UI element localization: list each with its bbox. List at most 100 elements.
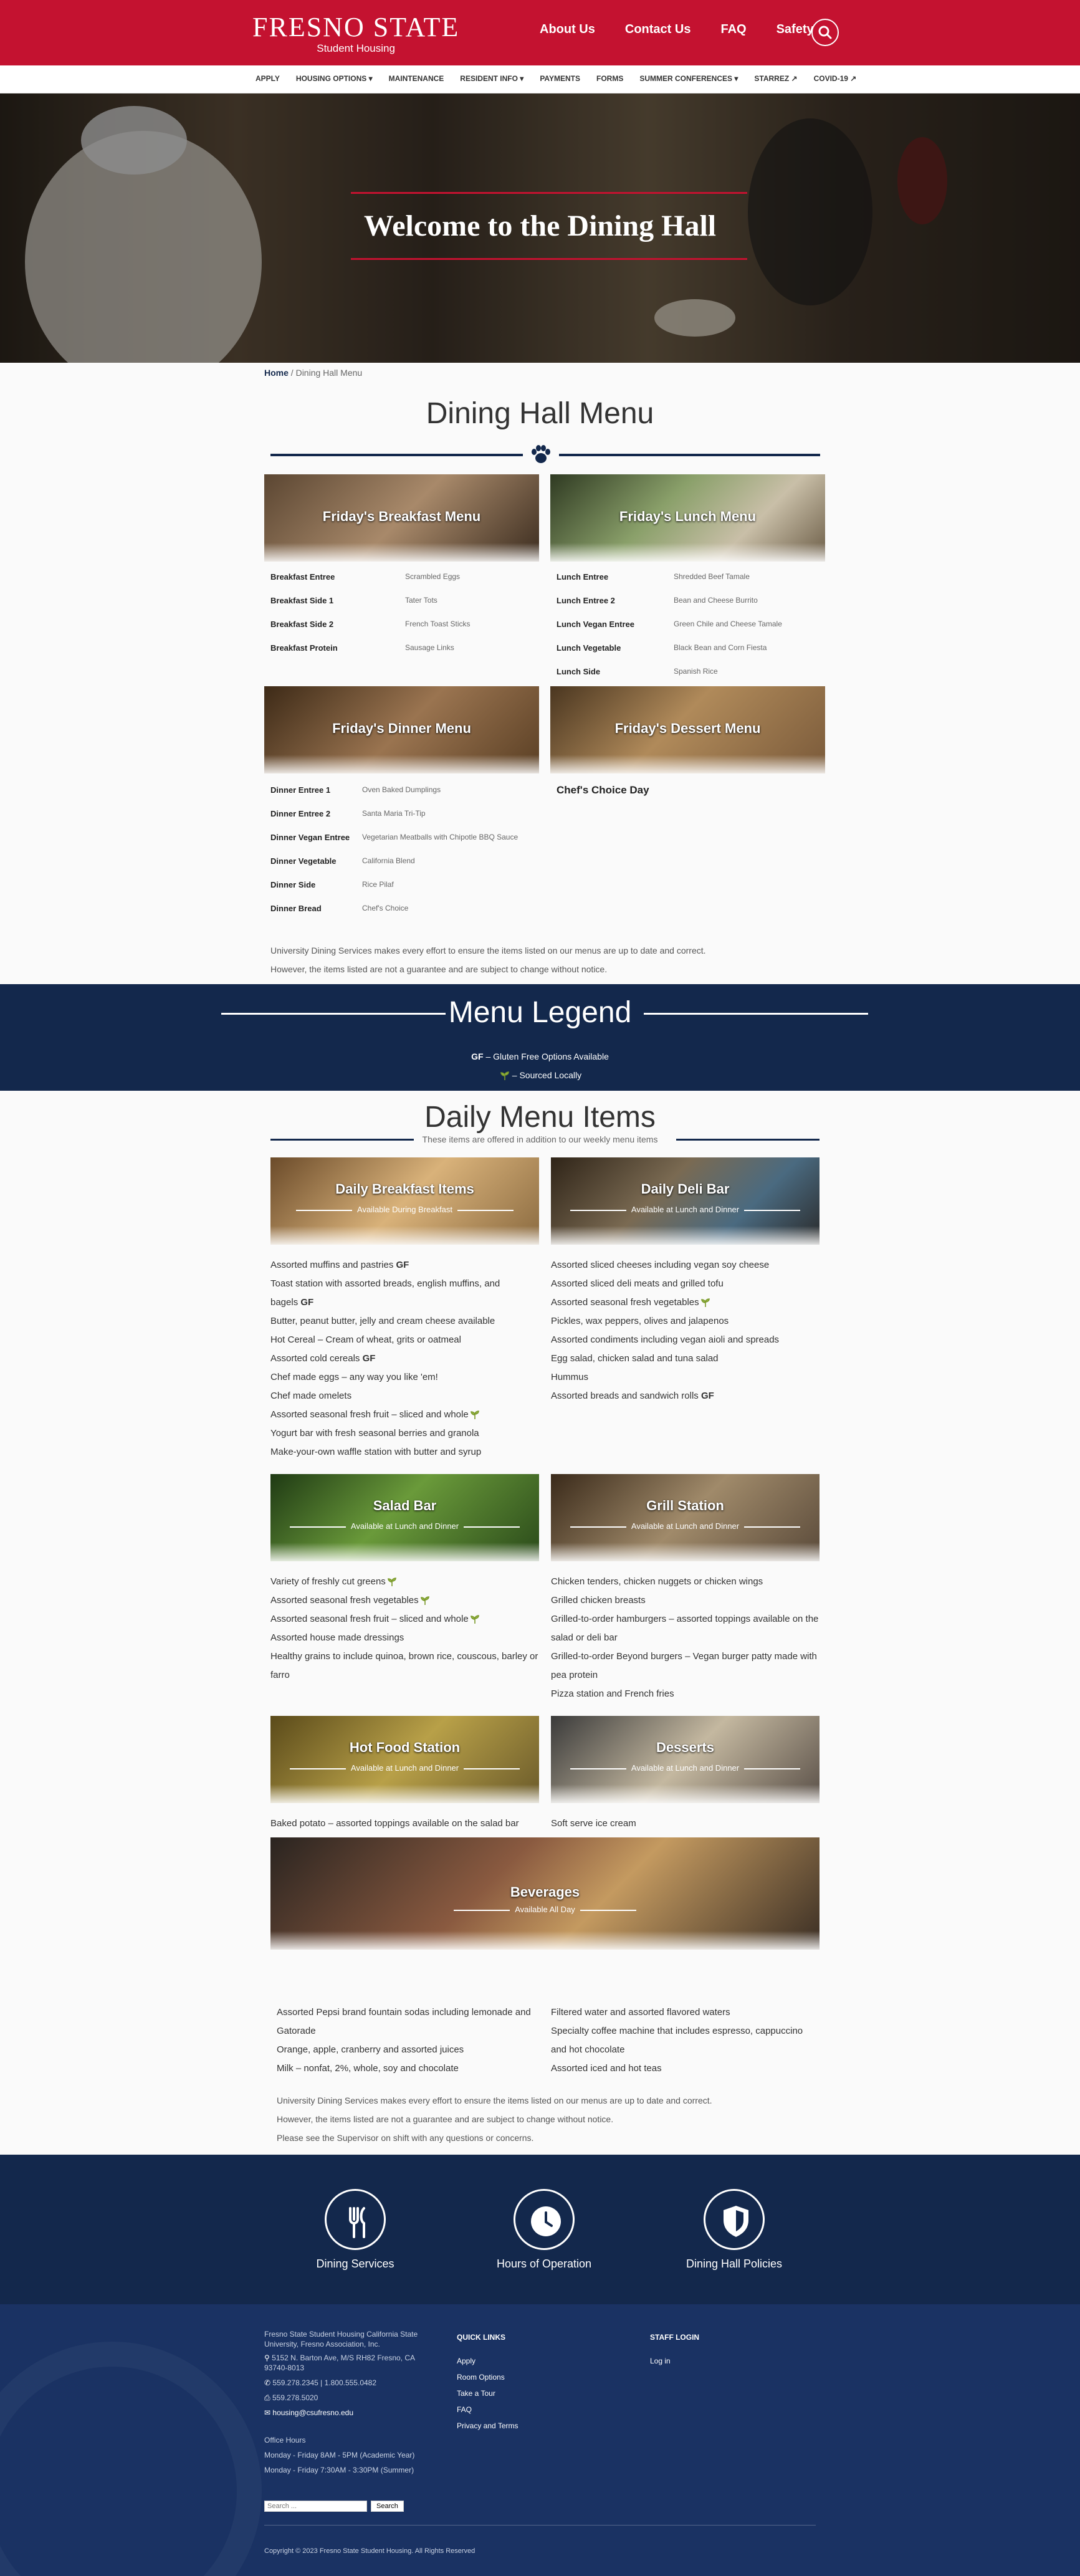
list-item: Specialty coffee machine that includes e… (551, 2026, 803, 2036)
breadcrumb-current: Dining Hall Menu (295, 368, 363, 378)
footer-link-login[interactable]: Log in (650, 2353, 699, 2369)
lunch-menu-card: Friday's Lunch Menu (550, 474, 825, 562)
logo-subtitle: Student Housing (317, 42, 395, 54)
footer-seal-watermark (0, 2342, 262, 2576)
secnav-maintenance[interactable]: Maintenance (389, 74, 444, 83)
footer-link-faq[interactable]: FAQ (457, 2401, 518, 2418)
list-item: Chef made eggs – any way you like 'em! (270, 1372, 438, 1382)
logo-wordmark: FRESNO STATE (252, 12, 460, 42)
secnav-housing-options[interactable]: Housing Options ▾ (296, 74, 373, 83)
secnav-resident-info[interactable]: Resident Info ▾ (460, 74, 523, 83)
list-item: Variety of freshly cut greens (270, 1573, 539, 1591)
list-item: Hot Cereal – Cream of wheat, grits or oa… (270, 1334, 461, 1345)
footer-search-button[interactable]: Search (371, 2501, 404, 2512)
gluten-free-badge: GF (362, 1353, 376, 1364)
menu-row: Breakfast Side 1 Tater Tots (270, 596, 437, 605)
secnav-apply[interactable]: Apply (256, 74, 280, 83)
station-title: Hot Food Station (349, 1740, 461, 1755)
breakfast-menu-title: Friday's Breakfast Menu (322, 509, 481, 524)
gluten-free-badge: GF (396, 1260, 409, 1270)
footer-link-apply[interactable]: Apply (457, 2353, 518, 2369)
station-availability: Available at Lunch and Dinner (551, 1763, 820, 1773)
dinner-menu-title: Friday's Dinner Menu (332, 721, 471, 736)
secnav-payments[interactable]: Payments (540, 74, 580, 83)
list-item: Assorted Pepsi brand fountain sodas incl… (277, 2007, 531, 2018)
list-item: Assorted muffins and pastries GF (270, 1260, 409, 1270)
dining-services-link[interactable]: Dining Services (280, 2189, 430, 2271)
secnav-forms[interactable]: Forms (596, 74, 623, 83)
dinner-menu-table: Dinner Entree 1 Oven Baked Dumplings Dinn… (270, 785, 518, 927)
beverages-list: Filtered water and assorted flavored wat… (551, 2003, 813, 2078)
site-footer: Fresno State Student Housing California … (0, 2304, 1080, 2576)
legend-gluten-free: GF – Gluten Free Options Available (471, 1051, 609, 1061)
hero-banner: Welcome to the Dining Hall (0, 93, 1080, 363)
list-item: and hot chocolate (551, 2044, 625, 2055)
footer-contact: Fresno State Student Housing California … (264, 2329, 445, 2478)
list-item: Assorted seasonal fresh fruit – sliced a… (270, 1405, 539, 1424)
nav-safety[interactable]: Safety (777, 22, 814, 37)
paw-icon (532, 445, 550, 463)
sprout-icon (388, 1578, 396, 1587)
list-item: Pickles, wax peppers, olives and jalapen… (551, 1316, 729, 1326)
list-item: pea protein (551, 1670, 598, 1680)
station-title: Beverages (510, 1884, 580, 1900)
hours-of-operation-link[interactable]: Hours of Operation (469, 2189, 619, 2271)
footer-link-take-a-tour[interactable]: Take a Tour (457, 2385, 518, 2401)
title-divider-right (559, 454, 820, 456)
dessert-menu-card: Friday's Dessert Menu (550, 686, 825, 773)
main-nav: About Us Contact Us FAQ Safety (540, 22, 814, 37)
menu-row: Breakfast Side 2 French Toast Sticks (270, 620, 471, 629)
menu-row: Breakfast Entree Scrambled Eggs (270, 572, 461, 582)
list-item: Baked potato – assorted toppings availab… (270, 1818, 519, 1829)
envelope-icon: ✉ (264, 2408, 271, 2417)
footer-phone[interactable]: ✆ 559.278.2345 | 1.800.555.0482 (264, 2375, 445, 2390)
fax-icon: ⎙ (264, 2393, 270, 2402)
station-availability: Available During Breakfast (270, 1205, 539, 1214)
breadcrumb-home[interactable]: Home (264, 368, 289, 378)
menu-row: Lunch Entree 2 Bean and Cheese Burrito (557, 596, 758, 605)
dessert-menu-text: Chef's Choice Day (557, 784, 649, 796)
list-item: farro (270, 1670, 290, 1680)
station-title: Grill Station (646, 1498, 724, 1513)
secnav-starrez[interactable]: StarRez ↗ (754, 74, 797, 83)
nav-contact-us[interactable]: Contact Us (625, 22, 691, 37)
footer-fax: ⎙ 559.278.5020 (264, 2393, 318, 2402)
fresno-state-logo[interactable]: FRESNO STATE Student Housing (252, 14, 459, 55)
clock-icon (531, 2206, 561, 2236)
station-title: Desserts (656, 1740, 714, 1755)
footer-link-privacy[interactable]: Privacy and Terms (457, 2418, 518, 2434)
grill-station-card: Grill Station Available at Lunch and Din… (551, 1474, 820, 1561)
station-availability: Available at Lunch and Dinner (551, 1521, 820, 1531)
secondary-nav: Apply Housing Options ▾ Maintenance Resi… (0, 65, 1080, 93)
daily-breakfast-items-card: Daily Breakfast Items Available During B… (270, 1157, 539, 1245)
menu-row: Dinner Side Rice Pilaf (270, 880, 394, 889)
gluten-free-badge: GF (300, 1297, 314, 1308)
dining-links-bar: Dining Services Hours of Operation Dinin… (0, 2155, 1080, 2304)
daily-breakfast-items-list: Assorted muffins and pastries GF Toast st… (270, 1256, 539, 1462)
footer-link-room-options[interactable]: Room Options (457, 2369, 518, 2385)
footer-search-input[interactable] (264, 2501, 367, 2512)
footer-email[interactable]: ✉ housing@csufresno.edu (264, 2405, 445, 2420)
beverages-card: Beverages Available All Day (270, 1837, 820, 1950)
fork-knife-icon (349, 2207, 365, 2238)
sprout-icon (500, 1071, 509, 1081)
search-button[interactable] (811, 19, 839, 46)
nav-faq[interactable]: FAQ (720, 22, 746, 37)
list-item: Assorted cold cereals GF (270, 1353, 376, 1364)
daily-disclaimer: University Dining Services makes every e… (277, 2095, 712, 2143)
nav-about-us[interactable]: About Us (540, 22, 595, 37)
dining-hall-policies-link[interactable]: Dining Hall Policies (659, 2189, 809, 2271)
footer-address: ⚲ 5152 N. Barton Ave, M/S RH82 Fresno, C… (264, 2353, 416, 2362)
station-availability: Available All Day (270, 1905, 820, 1914)
footer-quick-links: QUICK LINKS Apply Room Options Take a To… (457, 2329, 518, 2434)
secnav-covid[interactable]: COVID-19 ↗ (814, 74, 857, 83)
menu-row: Dinner Vegan Entree Vegetarian Meatballs … (270, 833, 518, 842)
lunch-menu-title: Friday's Lunch Menu (619, 509, 757, 524)
daily-menu-subtitle: These items are offered in addition to o… (422, 1134, 658, 1144)
list-item: Healthy grains to include quinoa, brown … (270, 1651, 538, 1662)
list-item: Chef made omelets (270, 1391, 352, 1401)
page-title: Dining Hall Menu (426, 397, 654, 430)
secnav-summer-conferences[interactable]: Summer Conferences ▾ (639, 74, 738, 83)
menu-row: Breakfast Protein Sausage Links (270, 643, 454, 653)
list-item: Assorted seasonal fresh vegetables (551, 1293, 820, 1312)
